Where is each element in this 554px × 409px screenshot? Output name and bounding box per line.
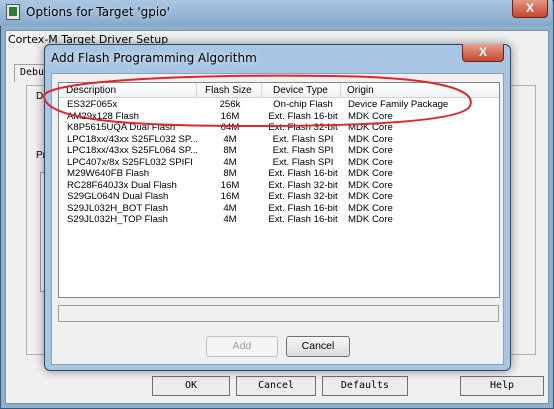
cell-flash-size: 8M xyxy=(223,168,237,179)
list-row[interactable]: AM29x128 Flash 16M Ext. Flash 16-bit MDK Co… xyxy=(59,111,499,122)
list-row[interactable]: S29GL064N Dual Flash 16M Ext. Flash 32-bit… xyxy=(59,191,499,202)
outer-cancel-button[interactable]: Cancel xyxy=(236,376,316,396)
cell-device-type: Ext. Flash 16-bit xyxy=(268,168,338,179)
cell-description: ES32F065x xyxy=(67,99,118,110)
cell-origin: MDK Core xyxy=(348,191,393,202)
cell-origin: MDK Core xyxy=(348,156,393,168)
cell-flash-size: 4M xyxy=(223,133,237,145)
options-window-title: Options for Target 'gpio' xyxy=(26,5,170,19)
column-header-origin[interactable]: Origin xyxy=(341,83,499,98)
cell-origin: Device Family Package xyxy=(348,99,449,110)
cell-flash-size: 4M xyxy=(223,214,237,225)
dialog-title: Add Flash Programming Algorithm xyxy=(51,51,257,65)
cell-flash-size: 16M xyxy=(220,110,240,122)
group-label-d: D xyxy=(36,91,44,102)
cell-description: LPC18xx/43xx S25FL064 SP... xyxy=(67,145,197,156)
tab-debug[interactable]: Debu xyxy=(14,64,48,82)
list-header: Description Flash Size Device Type Origi… xyxy=(59,83,499,98)
list-row[interactable]: RC28F640J3x Dual Flash 16M Ext. Flash 32-b… xyxy=(59,180,499,191)
cell-origin: MDK Core xyxy=(348,110,393,122)
list-row[interactable]: M29W640FB Flash 8M Ext. Flash 16-bit MDK Co… xyxy=(59,168,499,179)
ok-button[interactable]: OK xyxy=(152,376,230,396)
cell-flash-size: 256k xyxy=(219,99,241,110)
cell-description: LPC18xx/43xx S25FL032 SP... xyxy=(67,133,197,145)
cell-origin: MDK Core xyxy=(348,122,393,133)
defaults-button[interactable]: Defaults xyxy=(322,376,408,396)
dialog-close-button[interactable]: X xyxy=(462,44,504,62)
cell-device-type: Ext. Flash SPI xyxy=(272,145,334,156)
cell-origin: MDK Core xyxy=(348,214,393,225)
cell-device-type: Ext. Flash SPI xyxy=(272,133,334,145)
cell-device-type: Ext. Flash 32-bit xyxy=(268,179,338,191)
list-row[interactable]: S29JL032H_TOP Flash 4M Ext. Flash 16-bit MD… xyxy=(59,214,499,225)
cell-flash-size: 16M xyxy=(220,179,240,191)
column-header-device-type[interactable]: Device Type xyxy=(262,83,341,98)
cell-description: S29JL032H_TOP Flash xyxy=(67,214,168,225)
cell-flash-size: 16M xyxy=(220,191,240,202)
cell-description: S29GL064N Dual Flash xyxy=(67,191,169,202)
column-header-flash-size[interactable]: Flash Size xyxy=(197,83,262,98)
cell-flash-size: 4M xyxy=(223,202,237,214)
cell-origin: MDK Core xyxy=(348,179,393,191)
selected-algorithm-field xyxy=(58,305,499,322)
cell-flash-size: 4M xyxy=(223,156,237,168)
cell-device-type: Ext. Flash 16-bit xyxy=(268,202,338,214)
cell-device-type: Ext. Flash 16-bit xyxy=(268,214,338,225)
cell-device-type: Ext. Flash 32-bit xyxy=(268,191,338,202)
cancel-button[interactable]: Cancel xyxy=(286,336,350,357)
options-window-close-button[interactable]: X xyxy=(512,0,548,18)
add-button[interactable]: Add xyxy=(206,336,278,357)
cell-device-type: Ext. Flash 16-bit xyxy=(268,110,338,122)
cell-description: K8P5615UQA Dual Flash xyxy=(67,122,176,133)
cell-description: M29W640FB Flash xyxy=(67,168,150,179)
cell-device-type: On-chip Flash xyxy=(273,99,333,110)
help-button[interactable]: Help xyxy=(460,376,544,396)
list-row[interactable]: LPC407x/8x S25FL032 SPIFI 4M Ext. Flash SP… xyxy=(59,157,499,168)
cell-device-type: Ext. Flash 32-bit xyxy=(268,122,338,133)
group-frame-right xyxy=(508,85,536,355)
list-row[interactable]: S29JL032H_BOT Flash 4M Ext. Flash 16-bit MD… xyxy=(59,203,499,214)
column-header-description[interactable]: Description xyxy=(59,83,197,98)
cell-device-type: Ext. Flash SPI xyxy=(272,156,334,168)
list-row[interactable]: LPC18xx/43xx S25FL032 SP... 4M Ext. Flash … xyxy=(59,134,499,145)
list-row[interactable]: ES32F065x 256k On-chip Flash Device Family … xyxy=(59,99,499,110)
cell-description: S29JL032H_BOT Flash xyxy=(67,202,169,214)
cell-description: RC28F640J3x Dual Flash xyxy=(67,179,177,191)
cell-description: AM29x128 Flash xyxy=(67,110,139,122)
cell-origin: MDK Core xyxy=(348,133,393,145)
cell-description: LPC407x/8x S25FL032 SPIFI xyxy=(67,156,193,168)
app-icon xyxy=(6,4,20,20)
cell-origin: MDK Core xyxy=(348,202,393,214)
cell-flash-size: 8M xyxy=(223,145,237,156)
list-row[interactable]: K8P5615UQA Dual Flash 64M Ext. Flash 32-bi… xyxy=(59,122,499,133)
cell-flash-size: 64M xyxy=(220,122,240,133)
cell-origin: MDK Core xyxy=(348,145,393,156)
cell-origin: MDK Core xyxy=(348,168,393,179)
list-row[interactable]: LPC18xx/43xx S25FL064 SP... 8M Ext. Flash … xyxy=(59,145,499,156)
